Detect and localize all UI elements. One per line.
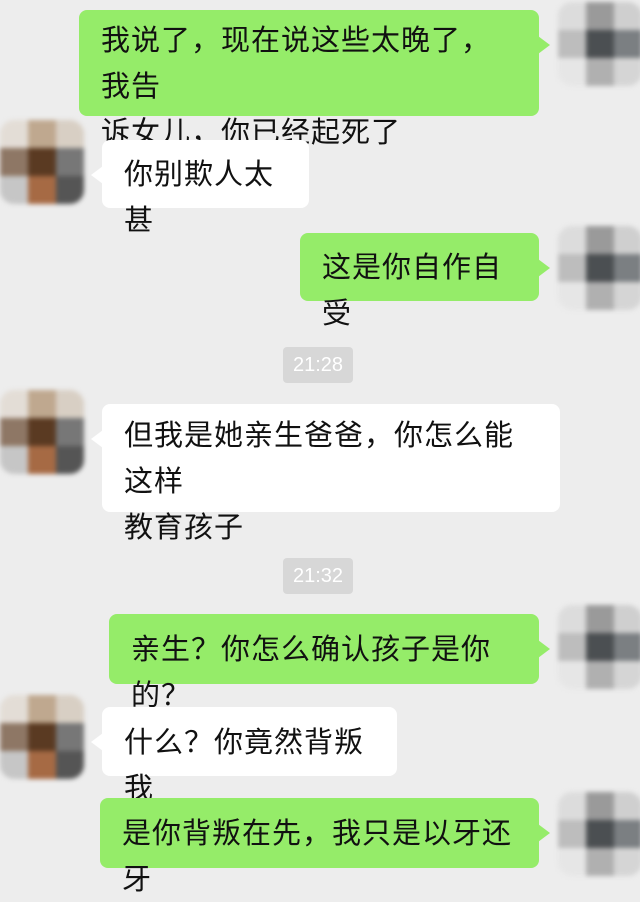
message-text-line: 亲生？你怎么确认孩子是你的？ [131,632,492,712]
contact-avatar[interactable] [0,390,84,474]
contact-avatar[interactable] [0,695,84,779]
incoming-message-bubble[interactable]: 你别欺人太甚 [91,140,309,237]
timestamp: 21:28 [283,347,354,383]
incoming-message-bubble[interactable]: 什么？你竟然背叛我 [91,707,397,805]
self-avatar[interactable] [558,226,640,310]
contact-avatar[interactable] [0,120,84,204]
outgoing-message-bubble[interactable]: 这是你自作自受 [300,233,550,330]
self-avatar[interactable] [558,792,640,876]
timestamp: 21:32 [283,558,354,594]
message-text-line: 教育孩子 [124,510,245,544]
self-avatar[interactable] [558,2,640,86]
message-text-line: 你别欺人太甚 [124,157,275,237]
message-text-line: 我说了，现在说这些太晚了，我告 [101,23,492,103]
outgoing-message-bubble[interactable]: 我说了，现在说这些太晚了，我告 诉女儿，你已经起死了 [79,10,550,149]
message-text-line: 但我是她亲生爸爸，你怎么能这样 [124,418,515,498]
incoming-message-bubble[interactable]: 但我是她亲生爸爸，你怎么能这样 教育孩子 [91,404,560,544]
outgoing-message-bubble[interactable]: 是你背叛在先，我只是以牙还牙 [100,798,550,896]
self-avatar[interactable] [558,605,640,689]
outgoing-message-bubble[interactable]: 亲生？你怎么确认孩子是你的？ [109,614,550,712]
message-text-line: 是你背叛在先，我只是以牙还牙 [122,816,513,896]
message-text-line: 这是你自作自受 [322,250,503,330]
